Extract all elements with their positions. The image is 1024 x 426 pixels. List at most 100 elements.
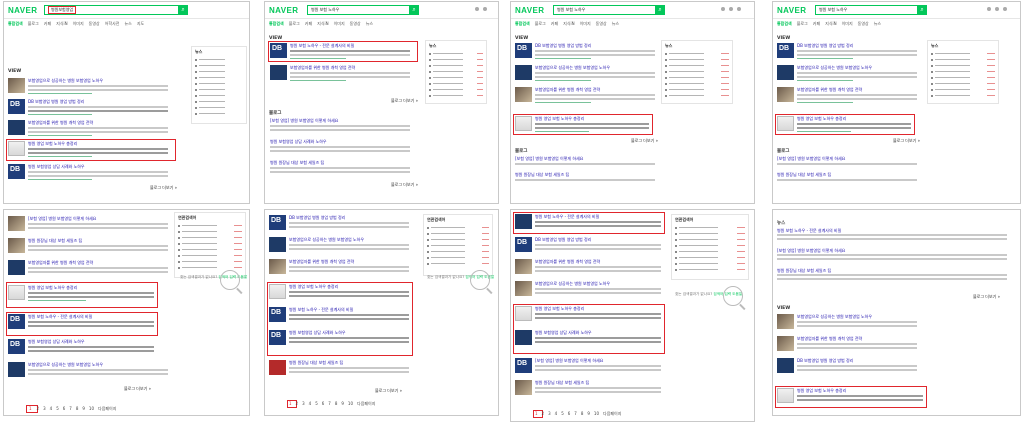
result-item[interactable]: 병원 보험영업 상담 사례와 노하우	[8, 164, 168, 184]
result-title[interactable]: DB 보험영업 병원 영업 방법 정리	[797, 358, 917, 364]
tab-integrated[interactable]: 통합검색	[777, 21, 792, 27]
result-item[interactable]: [보험 영업] 병원 보험영업 이렇게 하세요	[8, 216, 168, 236]
page-6[interactable]: 6	[568, 411, 571, 417]
page-8[interactable]: 8	[335, 401, 338, 407]
related-item[interactable]	[195, 57, 243, 62]
tab-blog[interactable]: 블로그	[535, 21, 546, 27]
tab-news[interactable]: 뉴스	[366, 21, 373, 27]
tab-video[interactable]: 동영상	[858, 21, 869, 27]
result-item[interactable]: 병원 영업 보험 노하우 총정리	[8, 285, 154, 305]
naver-logo[interactable]: NAVER	[269, 6, 298, 15]
result-item[interactable]: 병원 보험 노하우 - 전문 설계사의 비밀	[8, 314, 154, 334]
result-title[interactable]: 보험영업자를 위한 병원 개척 영업 전략	[797, 336, 917, 342]
related-item[interactable]	[665, 81, 729, 86]
result-item[interactable]: 병원 원장님 대상 보험 세일즈 팁	[777, 172, 917, 192]
related-item[interactable]	[195, 87, 243, 92]
related-item[interactable]	[195, 63, 243, 68]
page-10[interactable]: 10	[348, 401, 353, 407]
related-item[interactable]	[675, 261, 745, 266]
result-item[interactable]: 병원 원장님 대상 보험 세일즈 팁	[269, 360, 409, 380]
related-item[interactable]	[178, 253, 242, 258]
related-item[interactable]	[931, 57, 995, 62]
related-item[interactable]	[675, 255, 745, 260]
result-title[interactable]: 보험영업으로 성공하는 병원 보험영업 노하우	[797, 314, 917, 320]
result-title[interactable]: 보험영업자를 위한 병원 개척 영업 전략	[289, 259, 409, 265]
related-item[interactable]	[675, 231, 745, 236]
result-title[interactable]: 병원 보험 노하우 - 전문 설계사의 비밀	[535, 214, 661, 220]
related-item[interactable]	[931, 81, 995, 86]
related-item[interactable]	[195, 93, 243, 98]
more-link[interactable]: 블로그 더보기 »	[124, 386, 151, 392]
page-9[interactable]: 9	[82, 406, 85, 412]
tab-cafe[interactable]: 카페	[44, 21, 51, 27]
result-title[interactable]: [보험 영업] 병원 보험영업 이렇게 하세요	[777, 156, 917, 162]
tab-kin[interactable]: 지식iN	[317, 21, 328, 27]
result-item[interactable]: DB 보험영업 병원 영업 방법 정리	[777, 43, 917, 63]
result-title[interactable]: 병원 영업 보험 노하우 총정리	[28, 141, 168, 147]
tab-video[interactable]: 동영상	[89, 21, 100, 27]
search-icon[interactable]: ⌕	[917, 5, 927, 15]
related-item[interactable]	[429, 51, 483, 56]
more-link[interactable]: 블로그 더보기 »	[375, 388, 402, 394]
page-3[interactable]: 3	[43, 406, 46, 412]
result-item[interactable]: 보험영업으로 성공하는 병원 보험영업 노하우	[8, 362, 168, 382]
page-10[interactable]: 10	[594, 411, 599, 417]
related-item[interactable]	[427, 261, 489, 266]
result-title[interactable]: 보험영업으로 성공하는 병원 보험영업 노하우	[28, 78, 168, 84]
result-title[interactable]: DB 보험영업 병원 영업 방법 정리	[797, 43, 917, 49]
result-title[interactable]: 병원 보험영업 상담 사례와 노하우	[28, 339, 154, 345]
result-item[interactable]: 병원 원장님 대상 보험 세일즈 팁	[8, 238, 168, 258]
related-item[interactable]	[931, 87, 995, 92]
result-item[interactable]: 병원 영업 보험 노하우 총정리	[8, 141, 168, 161]
tab-blog[interactable]: 블로그	[289, 21, 300, 27]
page-5[interactable]: 5	[315, 401, 318, 407]
page-7[interactable]: 7	[69, 406, 72, 412]
more-link[interactable]: 블로그 더보기 »	[391, 182, 418, 188]
result-title[interactable]: 병원 보험영업 상담 사례와 노하우	[270, 139, 410, 145]
tab-image[interactable]: 이미지	[842, 21, 853, 27]
related-item[interactable]	[665, 69, 729, 74]
related-item[interactable]	[178, 229, 242, 234]
related-item[interactable]	[675, 267, 745, 272]
result-item[interactable]: 병원 보험영업 상담 사례와 노하우	[515, 330, 661, 350]
page-2[interactable]: 2	[542, 411, 545, 417]
related-item[interactable]	[178, 235, 242, 240]
page-5[interactable]: 5	[561, 411, 564, 417]
page-7[interactable]: 7	[574, 411, 577, 417]
page-5[interactable]: 5	[56, 406, 59, 412]
result-item[interactable]: DB 보험영업 병원 영업 방법 정리	[515, 237, 661, 257]
next-page-link[interactable]: 다음페이지	[357, 401, 375, 407]
result-title[interactable]: DB 보험영업 병원 영업 방법 정리	[28, 99, 168, 105]
result-title[interactable]: 병원 보험영업 상담 사례와 노하우	[28, 164, 168, 170]
tab-kin[interactable]: 지식iN	[825, 21, 836, 27]
result-item[interactable]: DB 보험영업 병원 영업 방법 정리	[8, 99, 168, 119]
result-item[interactable]: 병원 보험영업 상담 사례와 노하우	[8, 339, 154, 359]
result-item[interactable]: 보험영업으로 성공하는 병원 보험영업 노하우	[515, 281, 661, 301]
result-item[interactable]: 보험영업자를 위한 병원 개척 영업 전략	[777, 87, 917, 107]
result-title[interactable]: [보험 영업] 병원 보험영업 이렇게 하세요	[535, 358, 661, 364]
tab-image[interactable]: 이미지	[334, 21, 345, 27]
result-title[interactable]: 보험영업자를 위한 병원 개척 영업 전략	[290, 65, 410, 71]
result-title[interactable]: 병원 영업 보험 노하우 총정리	[28, 285, 154, 291]
related-item[interactable]	[195, 99, 243, 104]
related-item[interactable]	[429, 81, 483, 86]
page-4[interactable]: 4	[555, 411, 558, 417]
result-title[interactable]: 보험영업으로 성공하는 병원 보험영업 노하우	[289, 237, 409, 243]
tab-blog[interactable]: 블로그	[797, 21, 808, 27]
result-item[interactable]: 병원 보험영업 상담 사례와 노하우	[269, 330, 409, 350]
result-title[interactable]: 병원 영업 보험 노하우 총정리	[535, 306, 661, 312]
page-1[interactable]: 1	[535, 411, 538, 417]
result-item[interactable]: 병원 영업 보험 노하우 총정리	[777, 116, 911, 136]
result-title[interactable]: 병원 원장님 대상 보험 세일즈 팁	[535, 380, 661, 386]
tab-integrated[interactable]: 통합검색	[8, 21, 23, 27]
related-item[interactable]	[178, 265, 242, 270]
related-item[interactable]	[675, 249, 745, 254]
result-title[interactable]: 병원 원장님 대상 보험 세일즈 팁	[289, 360, 409, 366]
tab-dict[interactable]: 어학사전	[105, 21, 120, 27]
search-icon[interactable]: ⌕	[178, 5, 188, 15]
result-title[interactable]: 병원 영업 보험 노하우 총정리	[289, 284, 409, 290]
search-input[interactable]: 병원 보험 노하우	[819, 7, 847, 13]
tab-video[interactable]: 동영상	[350, 21, 361, 27]
tab-cafe[interactable]: 카페	[551, 21, 558, 27]
page-9[interactable]: 9	[587, 411, 590, 417]
